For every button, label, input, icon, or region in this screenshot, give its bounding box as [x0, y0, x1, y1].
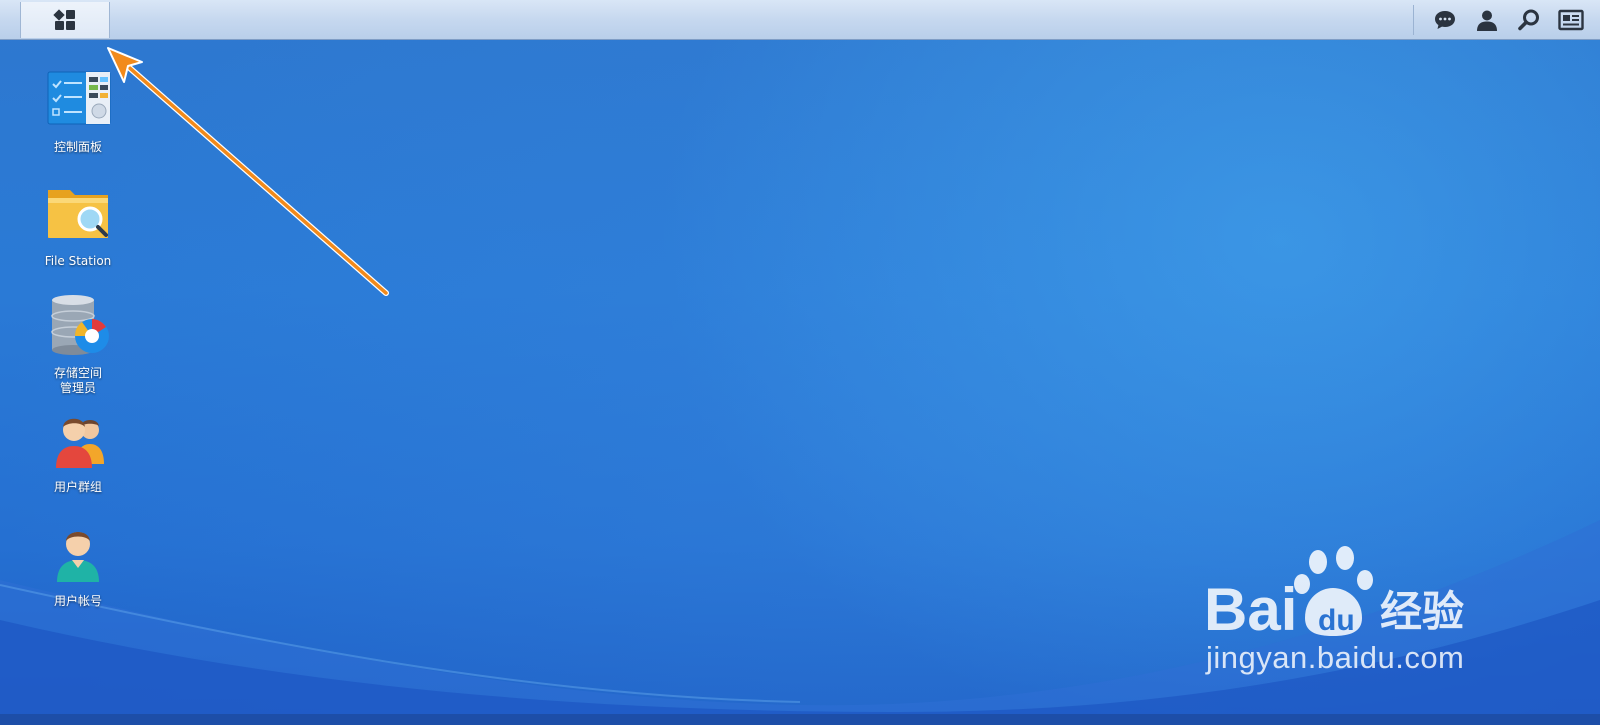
search-button[interactable]: [1512, 3, 1546, 37]
svg-text:du: du: [1318, 604, 1355, 637]
bottom-strip: [0, 714, 1600, 725]
desktop-icon-label: 用户群组: [53, 480, 102, 494]
user-account-icon: [57, 532, 99, 582]
desktop-icon-storage-manager[interactable]: 存储空间 管理员: [28, 294, 128, 396]
desktop-icon-label: 控制面板: [53, 140, 102, 154]
notifications-icon: [1435, 11, 1455, 29]
desktop-icon-control-panel[interactable]: 控制面板: [28, 68, 128, 155]
desktop-icon-user-group[interactable]: 用户群组: [28, 408, 128, 495]
watermark-brand-suffix: 经验: [1380, 587, 1464, 636]
grid-apps-icon: [53, 9, 75, 30]
control-panel-icon: [47, 71, 111, 125]
desktop-icon-user-account[interactable]: 用户帐号: [28, 522, 128, 609]
watermark-brand: Bai: [1204, 576, 1297, 643]
system-tray: [1413, 0, 1600, 40]
tray-divider: [1413, 5, 1414, 35]
user-icon: [1477, 10, 1497, 31]
main-menu-button[interactable]: [20, 2, 110, 38]
widgets-button[interactable]: [1554, 3, 1588, 37]
desktop-icon-label: File Station: [44, 254, 112, 268]
user-group-icon: [56, 418, 104, 468]
user-button[interactable]: [1470, 3, 1504, 37]
widgets-icon: [1558, 9, 1584, 31]
desktop-icon-label: 存储空间 管理员: [53, 366, 102, 395]
desktop: 控制面板 File Station 存储空间 管理员 用户群组 用户帐号 du …: [0, 0, 1600, 725]
desktop-icon-file-station[interactable]: File Station: [28, 182, 128, 269]
file-station-icon: [48, 190, 108, 238]
desktop-icon-label: 用户帐号: [53, 594, 102, 608]
search-icon: [1518, 9, 1539, 31]
watermark-url: jingyan.baidu.com: [1206, 640, 1465, 675]
storage-manager-icon: [51, 295, 109, 355]
notifications-button[interactable]: [1428, 3, 1462, 37]
taskbar: [0, 0, 1600, 40]
